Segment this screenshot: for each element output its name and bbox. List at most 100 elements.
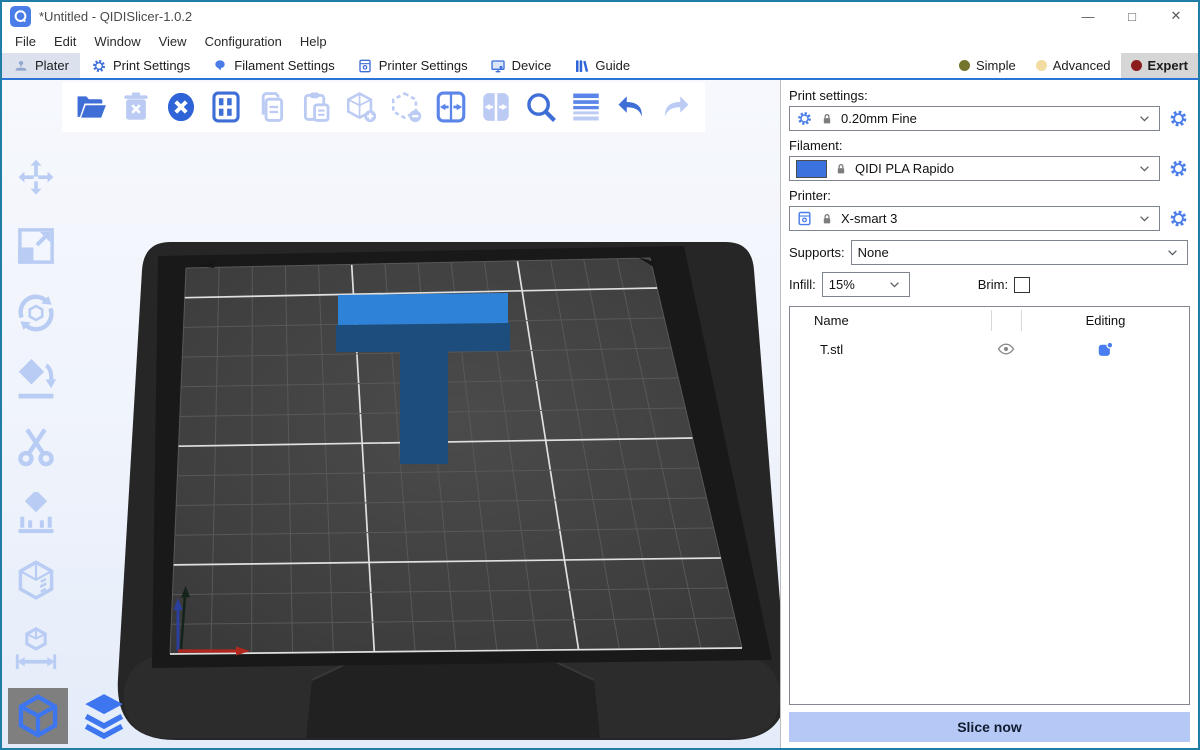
place-on-face-icon [14,358,58,402]
printer-icon [796,210,813,227]
menu-view[interactable]: View [150,32,196,51]
visibility-eye-icon[interactable] [996,339,1016,359]
seam-painting-icon [14,559,58,603]
infill-value: 15% [829,277,855,292]
add-instance-icon [344,90,378,124]
rotate-tool-button[interactable] [12,290,60,336]
open-folder-icon [74,90,108,124]
paint-on-supports-icon [14,492,58,536]
arrange-button[interactable] [207,88,245,126]
cut-icon [14,425,58,469]
view-preview-layers-button[interactable] [74,688,134,744]
plater-toolbar [62,82,705,132]
brim-label: Brim: [978,277,1008,292]
cut-tool-button[interactable] [12,424,60,470]
tray-handle-recess [306,662,600,738]
view-mode-buttons [8,688,134,744]
split-to-parts-button[interactable] [477,88,515,126]
move-icon [14,157,58,201]
move-tool-button[interactable] [12,156,60,202]
column-editing: Editing [1021,310,1189,331]
advanced-dot-icon [1036,60,1047,71]
menu-window[interactable]: Window [85,32,149,51]
supports-combo[interactable]: None [851,240,1188,265]
lock-icon [834,162,848,176]
tab-printer-settings[interactable]: Printer Settings [346,53,479,78]
object-row-tstl[interactable]: T.stl [790,334,1189,364]
lock-icon [820,212,834,226]
menu-edit[interactable]: Edit [45,32,85,51]
place-on-face-tool-button[interactable] [12,357,60,403]
plater-icon [13,58,29,74]
undo-icon [614,90,648,124]
viewport-3d-scene[interactable] [2,80,780,748]
menu-help[interactable]: Help [291,32,336,51]
split-to-parts-icon [479,90,513,124]
undo-button[interactable] [612,88,650,126]
infill-label: Infill: [789,277,816,292]
remove-instance-icon [389,90,423,124]
object-editing-icon[interactable] [1096,340,1115,359]
minimize-button[interactable]: — [1066,2,1110,30]
scale-icon [14,224,58,268]
chevron-down-icon [1136,110,1153,127]
paste-icon [299,90,333,124]
delete-all-button[interactable] [162,88,200,126]
viewport-3d[interactable] [2,80,780,748]
tab-print-settings[interactable]: Print Settings [80,53,201,78]
tab-filament-settings[interactable]: Filament Settings [201,53,345,78]
seam-tool-button[interactable] [12,558,60,604]
filament-value: QIDI PLA Rapido [855,161,954,176]
settings-panel: Print settings: 0.20mm Fine Filament: QI… [780,80,1198,748]
chevron-down-icon [886,276,903,293]
paint-supports-tool-button[interactable] [12,491,60,537]
filament-combo[interactable]: QIDI PLA Rapido [789,156,1160,181]
printer-icon [357,58,373,74]
mode-advanced[interactable]: Advanced [1026,53,1121,78]
mode-simple[interactable]: Simple [949,53,1026,78]
expert-dot-icon [1131,60,1142,71]
app-logo-icon [10,6,31,27]
printer-combo[interactable]: X-smart 3 [789,206,1160,231]
scale-tool-button[interactable] [12,223,60,269]
print-settings-label: Print settings: [789,88,1190,103]
tab-label: Print Settings [113,58,190,73]
copy-button[interactable] [252,88,290,126]
edit-print-settings-button[interactable] [1166,107,1190,131]
view-3d-editor-button[interactable] [8,688,68,744]
add-instance-button[interactable] [342,88,380,126]
chevron-down-icon [1164,244,1181,261]
redo-button[interactable] [657,88,695,126]
tab-device[interactable]: Device [479,53,563,78]
gear-icon [1168,208,1189,229]
measure-tool-button[interactable] [12,625,60,671]
tab-plater[interactable]: Plater [2,53,80,78]
menu-configuration[interactable]: Configuration [196,32,291,51]
edit-filament-button[interactable] [1166,157,1190,181]
filament-icon [212,58,228,74]
search-button[interactable] [522,88,560,126]
close-button[interactable]: ✕ [1154,2,1198,30]
gear-icon [91,58,107,74]
simple-dot-icon [959,60,970,71]
delete-all-icon [164,90,198,124]
variable-layer-height-button[interactable] [567,88,605,126]
mode-label: Advanced [1053,58,1111,73]
menu-file[interactable]: File [6,32,45,51]
remove-instance-button[interactable] [387,88,425,126]
paste-button[interactable] [297,88,335,126]
layers-preview-icon [79,691,129,741]
delete-button[interactable] [117,88,155,126]
tab-bar: Plater Print Settings Filament Settings … [2,53,1198,80]
edit-printer-button[interactable] [1166,207,1190,231]
maximize-button[interactable]: □ [1110,2,1154,30]
open-button[interactable] [72,88,110,126]
measure-icon [14,626,58,670]
split-to-objects-button[interactable] [432,88,470,126]
mode-expert[interactable]: Expert [1121,53,1198,78]
tab-guide[interactable]: Guide [562,53,641,78]
print-settings-combo[interactable]: 0.20mm Fine [789,106,1160,131]
infill-combo[interactable]: 15% [822,272,910,297]
brim-checkbox[interactable] [1014,277,1030,293]
slice-now-button[interactable]: Slice now [789,712,1190,742]
